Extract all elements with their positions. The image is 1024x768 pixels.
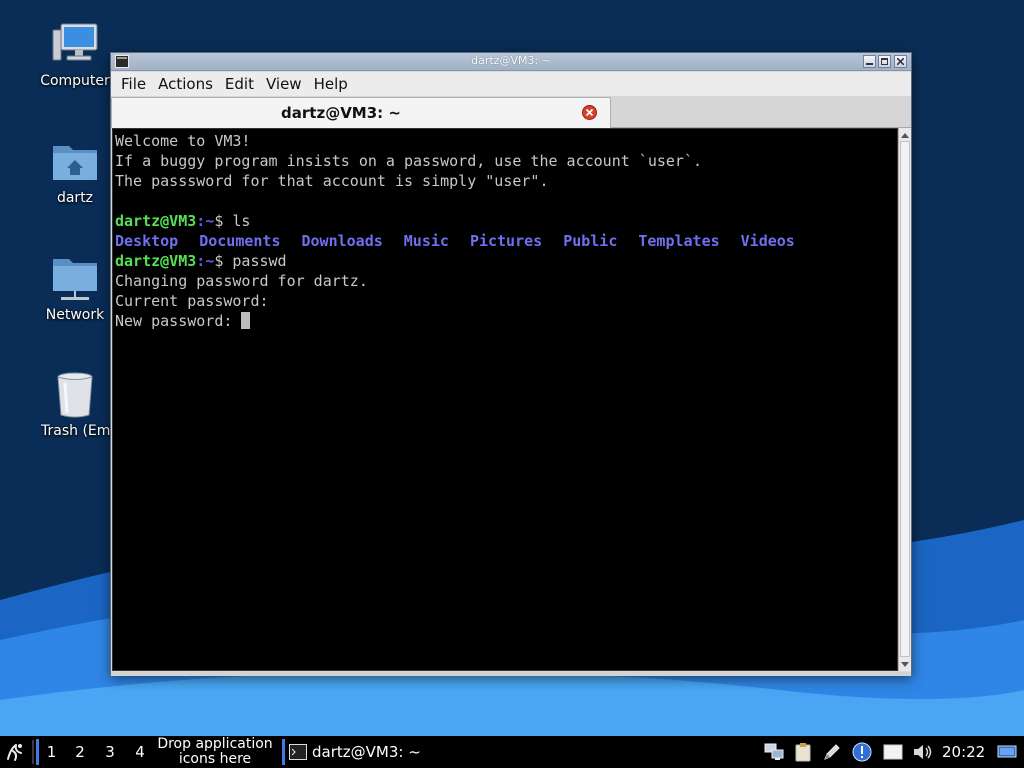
tab-bar: dartz@VM3: ~: [111, 96, 911, 128]
command-text: ls: [232, 212, 251, 230]
desktop-icon-label: dartz: [56, 190, 94, 206]
prompt-user: dartz@VM3: [115, 252, 197, 270]
password-prompt: New password:: [115, 312, 242, 330]
desktop-icon-home[interactable]: dartz: [27, 137, 123, 206]
prompt-symbol: $: [214, 212, 233, 230]
terminal-line: Welcome to VM3!: [115, 132, 251, 150]
computer-icon: [50, 20, 100, 70]
prompt-symbol: $: [214, 252, 233, 270]
terminal-line: The passsword for that account is simply…: [115, 172, 549, 190]
desktop-icon-computer[interactable]: Computer: [27, 20, 123, 89]
menu-edit[interactable]: Edit: [219, 75, 260, 93]
scroll-down-button[interactable]: [899, 658, 911, 670]
launcher-drop-zone[interactable]: Drop application icons here: [150, 736, 280, 768]
tray-volume-button[interactable]: [912, 741, 934, 763]
drop-text-line: Drop application: [157, 736, 273, 752]
dir-entry: Documents: [199, 232, 281, 250]
desktop-icon-label: Network: [45, 307, 105, 323]
terminal-icon: [289, 744, 307, 760]
window-bottom-edge: [111, 672, 911, 676]
menu-help[interactable]: Help: [308, 75, 354, 93]
tray-monitor-button[interactable]: [996, 741, 1018, 763]
tray-info-button[interactable]: [851, 741, 873, 763]
dir-entry: Downloads: [301, 232, 383, 250]
terminal-scrollbar[interactable]: [898, 128, 911, 671]
tray-network-button[interactable]: [763, 741, 785, 763]
scroll-up-button[interactable]: [899, 129, 911, 141]
workspace-3-button[interactable]: 3: [96, 739, 124, 765]
terminal-window[interactable]: dartz@VM3: ~ File Actions Edit View Help…: [110, 52, 912, 676]
command-text: passwd: [232, 252, 287, 270]
menu-actions[interactable]: Actions: [152, 75, 219, 93]
lxde-menu-icon: [7, 744, 22, 761]
start-menu-button[interactable]: [4, 736, 28, 768]
ls-output-line: Desktop Documents Downloads Music Pictures Pu…: [115, 231, 897, 251]
network-folder-icon: [50, 254, 100, 304]
taskbar-task-terminal[interactable]: dartz@VM3: ~: [282, 739, 432, 765]
workspace-2-button[interactable]: 2: [66, 739, 94, 765]
drop-text-line: icons here: [178, 751, 252, 767]
dir-entry: Desktop: [115, 232, 179, 250]
dir-entry: Public: [563, 232, 618, 250]
dir-entry: Pictures: [469, 232, 543, 250]
tray-display-button[interactable]: [882, 741, 904, 763]
minimize-button[interactable]: [863, 55, 876, 68]
tray-clipboard-button[interactable]: [792, 741, 814, 763]
minimize-icon: [866, 63, 873, 65]
tab-label: dartz@VM3: ~: [281, 104, 401, 122]
tab-close-icon[interactable]: [582, 105, 597, 120]
menu-view[interactable]: View: [260, 75, 308, 93]
desktop-icon-label: Computer: [40, 73, 110, 89]
menu-file[interactable]: File: [115, 75, 152, 93]
prompt-path: :~: [196, 252, 215, 270]
desktop-icon-network[interactable]: Network: [27, 254, 123, 323]
terminal-output[interactable]: Welcome to VM3! If a buggy program insis…: [112, 128, 898, 671]
maximize-icon: [881, 58, 888, 65]
clock[interactable]: 20:22: [942, 736, 985, 768]
home-folder-icon: [50, 137, 100, 187]
task-label: dartz@VM3: ~: [312, 743, 421, 761]
workspace-1-button[interactable]: 1: [36, 739, 64, 765]
display-icon: [883, 744, 903, 760]
prompt-path: :~: [196, 212, 215, 230]
window-titlebar[interactable]: dartz@VM3: ~: [111, 53, 911, 71]
terminal-line: If a buggy program insists on a password…: [115, 152, 702, 170]
taskbar-separator: [32, 740, 34, 764]
info-icon: [852, 742, 872, 762]
terminal-prompt-line: dartz@VM3:~$ passwd: [115, 251, 897, 271]
maximize-button[interactable]: [878, 55, 891, 68]
network-icon: [764, 743, 784, 760]
arrow-down-icon: [901, 661, 909, 667]
menu-bar: File Actions Edit View Help: [111, 72, 911, 96]
tab-terminal[interactable]: dartz@VM3: ~: [111, 97, 611, 128]
pen-icon: [824, 744, 840, 760]
text-cursor: [241, 312, 251, 329]
volume-icon: [914, 745, 932, 759]
terminal-line: Current password:: [115, 292, 269, 310]
close-button[interactable]: [894, 55, 907, 68]
window-title: dartz@VM3: ~: [471, 54, 551, 67]
clipboard-icon: [795, 743, 811, 762]
prompt-user: dartz@VM3: [115, 212, 197, 230]
scroll-thumb[interactable]: [900, 141, 910, 657]
terminal-line: Changing password for dartz.: [115, 272, 368, 290]
arrow-up-icon: [901, 132, 909, 138]
terminal-input-line[interactable]: New password:: [115, 311, 897, 331]
terminal-prompt-line: dartz@VM3:~$ ls: [115, 211, 897, 231]
monitor-icon: [997, 745, 1017, 758]
close-icon: [897, 58, 904, 65]
taskbar: 1 2 3 4 Drop application icons here dart…: [0, 736, 1024, 768]
trash-icon: [50, 370, 100, 420]
dir-entry: Templates: [638, 232, 720, 250]
tray-pen-button[interactable]: [821, 741, 843, 763]
dir-entry: Music: [403, 232, 449, 250]
desktop-icon-trash[interactable]: Trash (Empt: [27, 370, 123, 439]
dir-entry: Videos: [740, 232, 795, 250]
